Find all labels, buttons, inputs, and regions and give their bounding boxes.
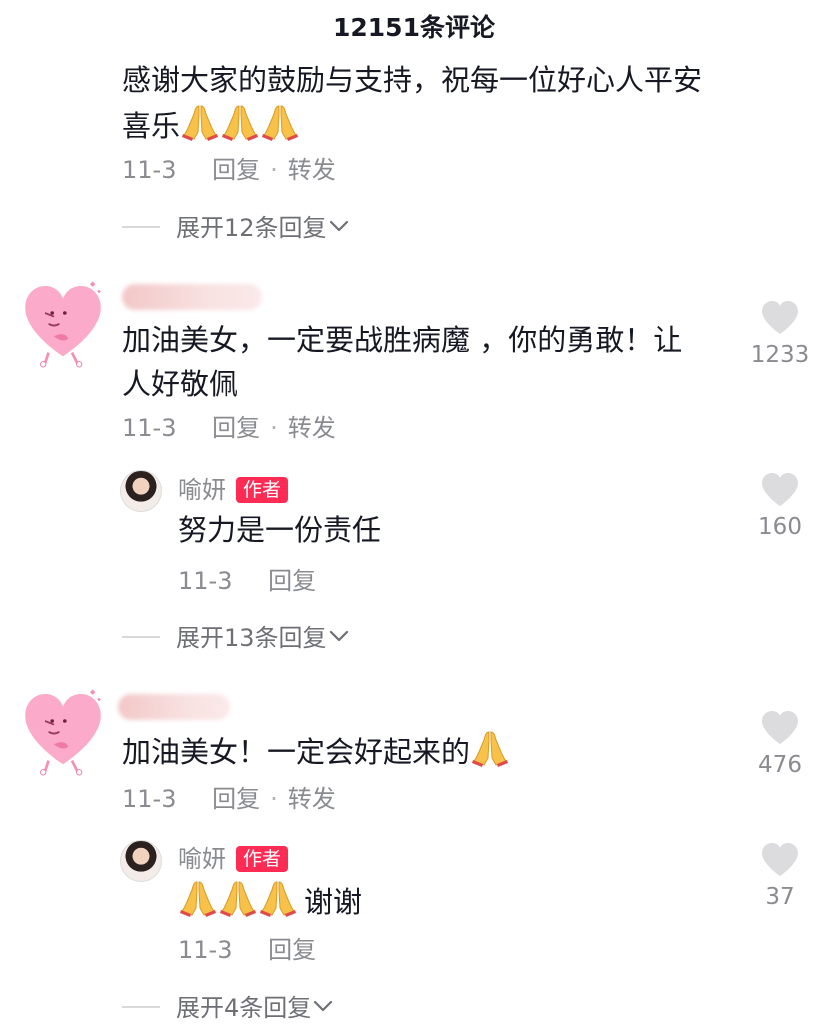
author-avatar[interactable] [120, 470, 162, 512]
reply-button[interactable]: 回复 [268, 567, 316, 595]
like-count: 1233 [750, 342, 810, 368]
author-name[interactable]: 喻妍 [178, 845, 226, 873]
comment-text: 加油美女！一定会好起来的 [122, 728, 510, 774]
comment-text-line: 加油美女，一定要战胜病魔 ，你的勇敢！让 [122, 323, 683, 357]
reply-date: 11-3 [178, 936, 233, 964]
reply-button[interactable]: 回复 [268, 936, 316, 964]
pray-emoji-icon [258, 878, 298, 918]
divider-line [122, 226, 160, 228]
username-blurred[interactable] [122, 284, 262, 310]
heart-icon [760, 300, 800, 336]
expand-replies-button[interactable]: 展开12条回复 [122, 212, 349, 244]
expand-replies-label: 展开13条回复 [176, 624, 327, 652]
author-badge: 作者 [236, 477, 289, 503]
like-count: 160 [758, 514, 802, 540]
like-count: 37 [765, 884, 795, 910]
forward-button[interactable]: 转发 [288, 414, 336, 442]
like-button[interactable]: 37 [740, 842, 820, 912]
reply-date: 11-3 [178, 567, 233, 595]
comment-meta: 11-3 回复 · 转发 [122, 412, 336, 444]
comment-date: 11-3 [122, 414, 177, 442]
forward-button[interactable]: 转发 [288, 156, 336, 184]
username-blurred[interactable] [118, 694, 230, 720]
expand-replies-button[interactable]: 展开4条回复 [122, 992, 333, 1024]
heart-icon [760, 472, 800, 508]
heart-icon [760, 842, 800, 878]
comment-text-line: 人好敬佩 [122, 367, 239, 401]
forward-button[interactable]: 转发 [288, 785, 336, 813]
pray-emoji-icon [218, 878, 258, 918]
reply-text: 努力是一份责任 [178, 513, 382, 547]
reply-text-label: 谢谢 [304, 885, 363, 919]
expand-replies-label: 展开12条回复 [176, 214, 327, 242]
comment-text-line: 感谢大家的鼓励与支持，祝每一位好心人平安 [122, 63, 703, 97]
comment-meta: 11-3 回复 · 转发 [122, 154, 336, 186]
divider-line [122, 1006, 160, 1008]
pray-emoji-icon [180, 102, 220, 142]
reply-button[interactable]: 回复 [212, 785, 260, 813]
like-button[interactable]: 160 [740, 472, 820, 542]
chevron-down-icon [313, 1000, 333, 1012]
author-badge: 作者 [236, 846, 289, 872]
like-button[interactable]: 476 [740, 710, 820, 780]
reply-button[interactable]: 回复 [212, 156, 260, 184]
reply-meta: 11-3 回复 [178, 565, 316, 597]
reply-author: 喻妍 作者 [178, 843, 289, 875]
reply-text: 谢谢 [178, 878, 362, 924]
chevron-down-icon [329, 630, 349, 642]
reply-meta: 11-3 回复 [178, 934, 316, 966]
comment-text: 加油美女，一定要战胜病魔 ，你的勇敢！让 人好敬佩 [122, 318, 742, 406]
separator-dot: · [270, 414, 278, 442]
comment-meta: 11-3 回复 · 转发 [122, 783, 336, 815]
comments-count-title: 12151条评论 [333, 13, 495, 42]
comment-date: 11-3 [122, 785, 177, 813]
heart-icon [760, 710, 800, 746]
expand-replies-label: 展开4条回复 [176, 994, 312, 1022]
expand-replies-button[interactable]: 展开13条回复 [122, 622, 349, 654]
divider-line [122, 636, 160, 638]
pray-emoji-icon [470, 728, 510, 768]
like-button[interactable]: 1233 [740, 300, 820, 370]
comment-date: 11-3 [122, 156, 177, 184]
reply-button[interactable]: 回复 [212, 414, 260, 442]
comment-text-line: 喜乐 [122, 109, 181, 143]
author-name[interactable]: 喻妍 [178, 476, 226, 504]
reply-author: 喻妍 作者 [178, 474, 289, 506]
comment-text-line: 加油美女！一定会好起来的 [122, 735, 471, 769]
pray-emoji-icon [178, 878, 218, 918]
separator-dot: · [270, 785, 278, 813]
chevron-down-icon [329, 220, 349, 232]
author-avatar[interactable] [120, 840, 162, 882]
avatar[interactable] [18, 680, 108, 780]
pray-emoji-icon [220, 102, 260, 142]
comment-text: 感谢大家的鼓励与支持，祝每一位好心人平安 喜乐 [122, 58, 742, 148]
pray-emoji-icon [260, 102, 300, 142]
like-count: 476 [758, 752, 802, 778]
avatar[interactable] [18, 272, 108, 372]
separator-dot: · [270, 156, 278, 184]
